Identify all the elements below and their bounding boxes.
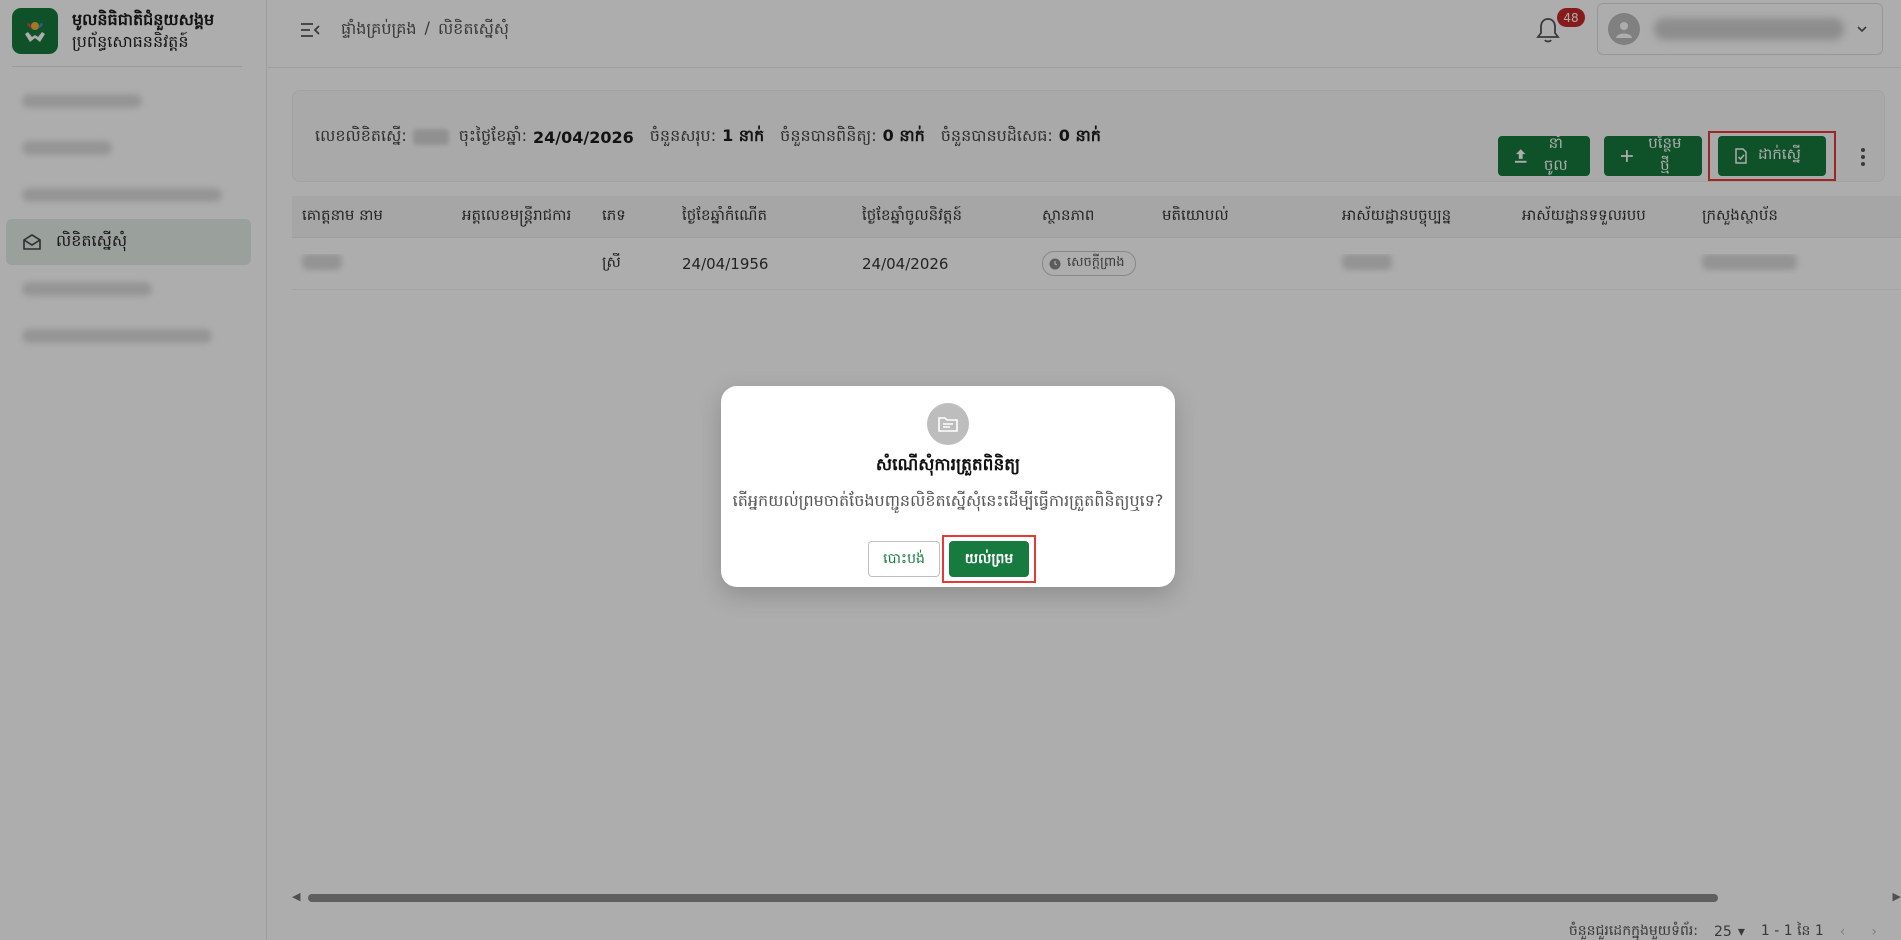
dialog-icon-circle — [927, 403, 969, 445]
dialog-title: សំណើសុំការត្រួតពិនិត្យ — [875, 455, 1021, 475]
dialog-message: តើអ្នកយល់ព្រមចាត់ចែងបញ្ជូនលិខិតស្នើសុំនេ… — [732, 491, 1164, 510]
app: មូលនិធិជាតិជំនួយសង្គម ប្រព័ន្ធសោធននិវត្ត… — [0, 0, 1901, 940]
folder-icon — [938, 417, 958, 432]
confirm-dialog: សំណើសុំការត្រួតពិនិត្យ តើអ្នកយល់ព្រមចាត់… — [721, 386, 1175, 587]
cancel-button[interactable]: បោះបង់ — [868, 541, 940, 577]
confirm-highlight — [942, 535, 1036, 583]
